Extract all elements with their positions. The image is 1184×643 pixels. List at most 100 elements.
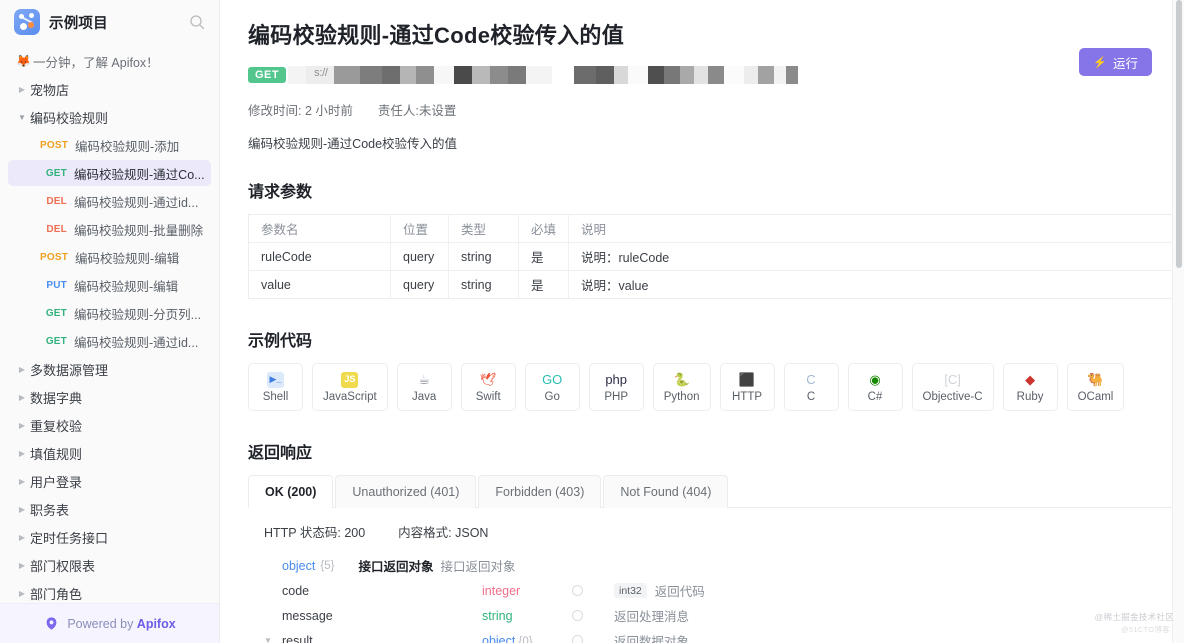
code-lang-ocaml[interactable]: 🐫OCaml xyxy=(1067,363,1125,411)
sidebar-api-item-7[interactable]: PUT编码校验规则-编辑 xyxy=(8,272,211,298)
chevron-right-icon[interactable]: ▶ xyxy=(14,477,30,486)
table-header-row: 参数名位置类型必填说明 xyxy=(249,215,1182,243)
project-logo-icon xyxy=(14,9,40,35)
powered-by-label: Powered by Apifox xyxy=(67,617,175,631)
schema-row-message[interactable]: messagestring返回处理消息 xyxy=(264,603,1182,628)
code-lang-java[interactable]: ☕Java xyxy=(397,363,452,411)
sidebar-api-item-9[interactable]: GET编码校验规则-通过id... xyxy=(8,328,211,354)
response-tab-3[interactable]: Not Found (404) xyxy=(603,475,728,508)
sidebar-folder-label: 填值规则 xyxy=(30,444,82,463)
sidebar: 示例项目 🦊 一分钟，了解 Apifox！ ▶宠物店▼编码校验规则POST编码校… xyxy=(0,0,220,643)
code-lang-label: Python xyxy=(664,391,700,403)
sidebar-api-label: 编码校验规则-添加 xyxy=(75,136,179,155)
schema-root-row[interactable]: object {5} 接口返回对象 接口返回对象 xyxy=(264,553,1182,578)
sidebar-api-item-3[interactable]: GET编码校验规则-通过Co... xyxy=(8,160,211,186)
param-in: query xyxy=(391,271,449,299)
code-lang-http[interactable]: ⬛HTTP xyxy=(720,363,775,411)
sidebar-folder-18[interactable]: ▶部门角色 xyxy=(8,580,211,603)
schema-row-result[interactable]: ▼resultobject {0}返回数据对象 xyxy=(264,628,1182,643)
code-lang-python[interactable]: 🐍 Python xyxy=(653,363,711,411)
chevron-right-icon[interactable]: ▶ xyxy=(14,449,30,458)
sidebar-api-item-2[interactable]: POST编码校验规则-添加 xyxy=(8,132,211,158)
sidebar-folder-11[interactable]: ▶数据字典 xyxy=(8,384,211,410)
code-lang-ruby[interactable]: ◆Ruby xyxy=(1003,363,1058,411)
required-toggle-icon[interactable] xyxy=(572,610,583,621)
method-label: GET xyxy=(40,168,67,179)
code-lang-php[interactable]: phpPHP xyxy=(589,363,644,411)
sidebar-folder-label: 编码校验规则 xyxy=(30,108,108,127)
sidebar-api-item-5[interactable]: DEL编码校验规则-批量删除 xyxy=(8,216,211,242)
owner: 责任人:未设置 xyxy=(378,104,456,118)
run-button[interactable]: ⚡ 运行 xyxy=(1079,48,1152,76)
param-required: 是 xyxy=(519,271,569,299)
schema-row-code[interactable]: codeintegerint32返回代码 xyxy=(264,578,1182,603)
method-label: POST xyxy=(40,252,68,263)
python-icon: 🐍 xyxy=(674,372,690,388)
table-row: ruleCodequerystring是说明：ruleCode xyxy=(249,243,1182,271)
code-lang-shell[interactable]: ▶_Shell xyxy=(248,363,303,411)
endpoint-url-bar[interactable]: GET s:// xyxy=(248,64,1144,86)
sidebar-folder-0[interactable]: ▶宠物店 xyxy=(8,76,211,102)
chevron-right-icon[interactable]: ▶ xyxy=(14,421,30,430)
schema-root-type: object xyxy=(282,559,315,573)
sidebar-api-label: 编码校验规则-编辑 xyxy=(75,248,179,267)
sidebar-tree[interactable]: 🦊 一分钟，了解 Apifox！ ▶宠物店▼编码校验规则POST编码校验规则-添… xyxy=(0,44,219,603)
project-title: 示例项目 xyxy=(49,12,180,33)
code-lang-javascript[interactable]: JSJavaScript xyxy=(312,363,388,411)
chevron-down-icon[interactable]: ▼ xyxy=(264,636,282,643)
sidebar-api-item-4[interactable]: DEL编码校验规则-通过id... xyxy=(8,188,211,214)
csharp-icon: ◉ xyxy=(869,372,880,388)
code-lang-go[interactable]: GOGo xyxy=(525,363,580,411)
response-tab-2[interactable]: Forbidden (403) xyxy=(478,475,601,508)
chevron-right-icon[interactable]: ▶ xyxy=(14,505,30,514)
chevron-right-icon[interactable]: ▶ xyxy=(14,561,30,570)
required-toggle-icon[interactable] xyxy=(572,635,583,643)
schema-root-subtitle: 接口返回对象 xyxy=(440,556,515,575)
param-type: string xyxy=(449,271,519,299)
sidebar-api-item-8[interactable]: GET编码校验规则-分页列... xyxy=(8,300,211,326)
response-schema: object {5} 接口返回对象 接口返回对象 codeintegerint3… xyxy=(264,553,1182,643)
sidebar-folder-17[interactable]: ▶部门权限表 xyxy=(8,552,211,578)
code-lang-swift[interactable]: 🕊Swift xyxy=(461,363,516,411)
code-language-list[interactable]: ▶_ShellJSJavaScript☕Java🕊SwiftGOGophpPHP… xyxy=(248,363,1144,411)
sidebar-folder-1[interactable]: ▼编码校验规则 xyxy=(8,104,211,130)
code-lang-objective-c[interactable]: [C]Objective-C xyxy=(912,363,994,411)
response-tabs[interactable]: OK (200)Unauthorized (401)Forbidden (403… xyxy=(248,475,1182,508)
powered-by-apifox[interactable]: Powered by Apifox xyxy=(0,603,220,643)
fox-icon: 🦊 xyxy=(16,54,31,68)
code-lang-c[interactable]: CC xyxy=(784,363,839,411)
response-meta: HTTP 状态码: 200 内容格式: JSON xyxy=(264,522,1182,541)
request-params-table: 参数名位置类型必填说明 ruleCodequerystring是说明：ruleC… xyxy=(248,214,1182,299)
param-name: ruleCode xyxy=(249,243,391,271)
method-label: DEL xyxy=(40,196,67,207)
sidebar-folder-15[interactable]: ▶职务表 xyxy=(8,496,211,522)
sidebar-folder-10[interactable]: ▶多数据源管理 xyxy=(8,356,211,382)
schema-type: integer xyxy=(482,584,520,598)
chevron-right-icon[interactable]: ▶ xyxy=(14,365,30,374)
required-toggle-icon[interactable] xyxy=(572,585,583,596)
search-icon[interactable] xyxy=(189,14,205,30)
scrollbar-thumb[interactable] xyxy=(1176,0,1182,268)
schema-key: message xyxy=(282,609,482,623)
chevron-down-icon[interactable]: ▼ xyxy=(14,113,30,122)
chevron-right-icon[interactable]: ▶ xyxy=(14,85,30,94)
code-lang-label: HTTP xyxy=(732,391,762,403)
chevron-right-icon[interactable]: ▶ xyxy=(14,393,30,402)
code-lang-label: Swift xyxy=(476,391,501,403)
go-icon: GO xyxy=(542,372,562,388)
sidebar-api-item-6[interactable]: POST 编码校验规则-编辑 xyxy=(8,244,211,270)
response-tab-0[interactable]: OK (200) xyxy=(248,475,333,508)
sidebar-folder-12[interactable]: ▶重复校验 xyxy=(8,412,211,438)
code-lang-c-[interactable]: ◉C# xyxy=(848,363,903,411)
sidebar-promo-item[interactable]: 🦊 一分钟，了解 Apifox！ xyxy=(8,48,211,74)
method-label: GET xyxy=(40,308,67,319)
sidebar-folder-16[interactable]: ▶定时任务接口 xyxy=(8,524,211,550)
sidebar-folder-13[interactable]: ▶填值规则 xyxy=(8,440,211,466)
chevron-right-icon[interactable]: ▶ xyxy=(14,533,30,542)
response-tab-1[interactable]: Unauthorized (401) xyxy=(335,475,476,508)
sidebar-folder-14[interactable]: ▶用户登录 xyxy=(8,468,211,494)
schema-type: string xyxy=(482,609,513,623)
main-scrollbar[interactable] xyxy=(1172,0,1184,643)
chevron-right-icon[interactable]: ▶ xyxy=(14,589,30,598)
apifox-moon-icon xyxy=(44,616,59,631)
